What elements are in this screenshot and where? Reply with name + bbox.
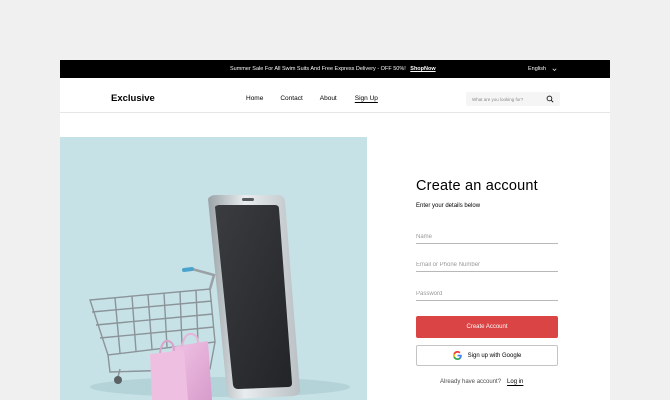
language-label: English (528, 66, 547, 72)
nav-contact[interactable]: Contact (280, 95, 302, 102)
logo[interactable]: Exclusive (111, 93, 155, 104)
login-link[interactable]: Log in (507, 379, 523, 385)
login-prompt: Already have account? Log in (440, 379, 523, 385)
google-icon (452, 351, 462, 360)
chevron-down-icon (552, 68, 557, 71)
language-selector[interactable]: English (528, 66, 557, 72)
google-signup-button[interactable]: Sign up with Google (416, 345, 558, 366)
search-box (466, 92, 560, 106)
promo-text: Summer Sale For All Swim Suits And Free … (230, 66, 406, 72)
google-button-label: Sign up with Google (467, 352, 522, 359)
create-account-button[interactable]: Create Account (416, 316, 558, 338)
nav-sign-up[interactable]: Sign Up (355, 95, 378, 102)
email-field[interactable] (416, 258, 558, 272)
password-field[interactable] (416, 287, 558, 301)
main-nav: Home Contact About Sign Up (246, 95, 378, 102)
form-title: Create an account (416, 178, 538, 194)
search-input[interactable] (472, 94, 544, 104)
page-frame: Summer Sale For All Swim Suits And Free … (60, 60, 610, 400)
hero-image (60, 137, 367, 400)
form-subtitle: Enter your details below (416, 203, 481, 209)
nav-about[interactable]: About (320, 95, 337, 102)
site-header: Exclusive Home Contact About Sign Up (60, 78, 610, 113)
promo-bar: Summer Sale For All Swim Suits And Free … (60, 60, 610, 78)
nav-home[interactable]: Home (246, 95, 263, 102)
name-field[interactable] (416, 230, 558, 244)
have-account-text: Already have account? (440, 379, 502, 385)
cart-phone-illustration (89, 195, 350, 400)
search-icon[interactable] (546, 95, 554, 103)
promo-message: Summer Sale For All Swim Suits And Free … (230, 66, 436, 72)
shop-now-link[interactable]: ShopNow (410, 66, 435, 72)
